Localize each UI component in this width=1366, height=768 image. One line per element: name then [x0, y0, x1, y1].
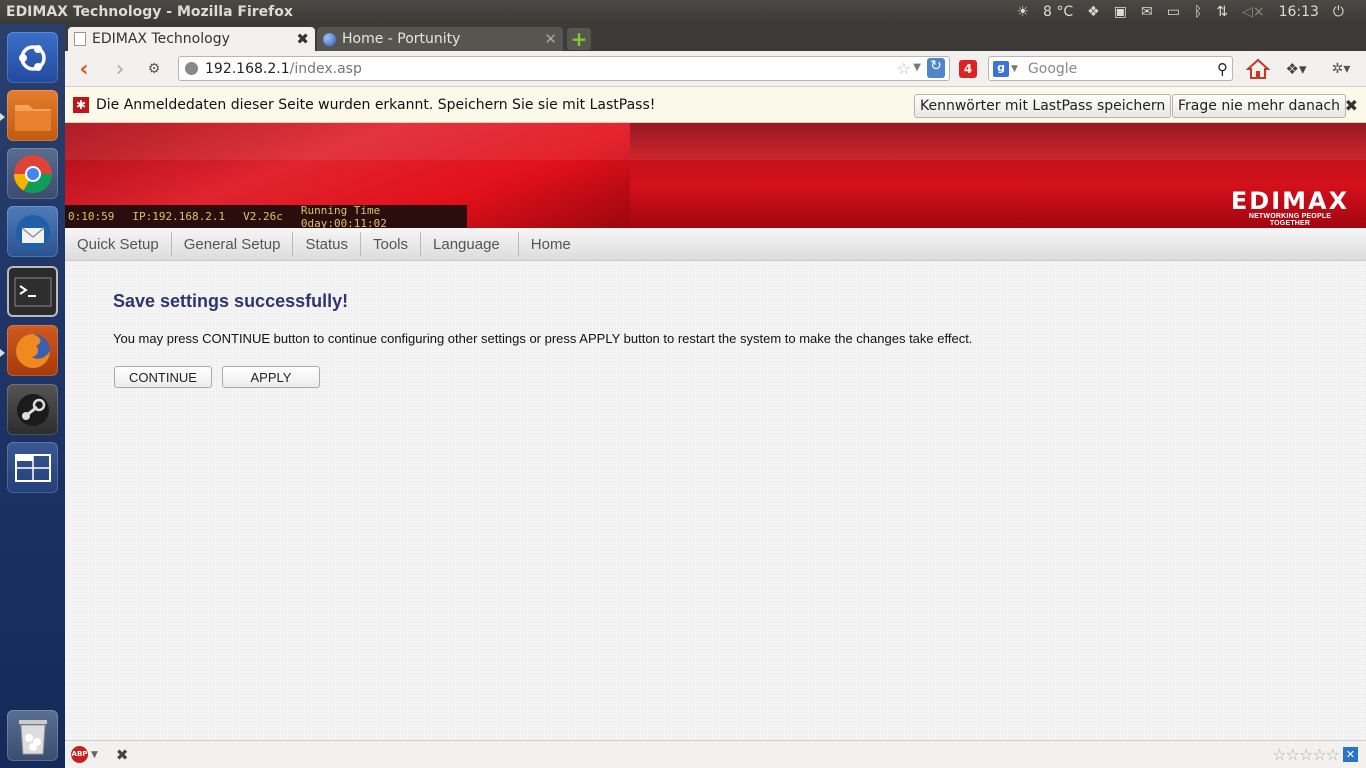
- page-title: Save settings successfully!: [113, 291, 349, 311]
- instruction-text: You may press CONTINUE button to continu…: [113, 331, 973, 346]
- tab-portunity[interactable]: Home - Portunity ✕: [317, 27, 563, 51]
- workspace-switcher-icon[interactable]: [7, 442, 58, 493]
- search-input[interactable]: Google: [1028, 61, 1217, 77]
- tab-edimax[interactable]: EDIMAX Technology ✖: [68, 27, 315, 51]
- firefox-window: EDIMAX Technology ✖ Home - Portunity ✕ +…: [65, 24, 1366, 768]
- extra-tool-icon[interactable]: ✲▾: [1323, 57, 1359, 81]
- globe-icon: [323, 32, 336, 46]
- rating-stars-icon[interactable]: ☆☆☆☆☆: [1272, 745, 1340, 764]
- extension-icon[interactable]: ⚙: [143, 57, 165, 81]
- url-bar[interactable]: 192.168.2.1/index.asp ☆ ▼ ↻: [178, 56, 950, 81]
- files-running-indicator: [0, 113, 5, 121]
- firefox-icon[interactable]: [7, 325, 58, 376]
- xmarks-icon[interactable]: ✕: [1343, 747, 1358, 762]
- google-engine-icon[interactable]: g: [993, 60, 1009, 77]
- menu-status[interactable]: Status: [293, 232, 361, 256]
- router-menu: Quick Setup General Setup Status Tools L…: [65, 228, 1366, 261]
- tab-label: EDIMAX Technology: [92, 31, 230, 47]
- page-icon: [74, 32, 86, 46]
- logo-text: EDIMAX: [1230, 187, 1350, 215]
- mail-icon[interactable]: ✉: [1141, 4, 1153, 20]
- search-bar[interactable]: g ▼ Google ⚲: [988, 56, 1233, 81]
- router-ip: IP:192.168.2.1: [132, 210, 226, 223]
- network-icon[interactable]: ▣: [1114, 4, 1127, 20]
- url-dropdown-icon[interactable]: ▼: [913, 62, 921, 73]
- tab-close-icon[interactable]: ✖: [296, 30, 309, 48]
- reload-icon[interactable]: ↻: [927, 58, 945, 78]
- volume-muted-icon[interactable]: ◁×: [1242, 4, 1265, 20]
- tab-close-icon[interactable]: ✕: [544, 30, 557, 48]
- navigation-toolbar: ‹ › ⚙ 192.168.2.1/index.asp ☆ ▼ ↻ 4 g ▼ …: [65, 51, 1366, 87]
- trash-icon[interactable]: [7, 710, 58, 761]
- keyboard-transfer-icon[interactable]: ⇅: [1216, 4, 1228, 20]
- router-running-time: Running Time 0day:00:11:02: [300, 203, 387, 230]
- menu-language[interactable]: Language: [421, 232, 519, 256]
- close-addon-bar-icon[interactable]: ✖: [116, 746, 129, 764]
- site-identity-icon[interactable]: [185, 62, 198, 75]
- close-icon[interactable]: ✖: [1345, 96, 1358, 115]
- forward-button[interactable]: ›: [109, 57, 131, 82]
- menu-quick-setup[interactable]: Quick Setup: [65, 232, 172, 256]
- battery-icon[interactable]: ▭: [1167, 4, 1180, 20]
- home-icon[interactable]: [1245, 57, 1271, 81]
- banner-shine: [65, 123, 1366, 160]
- indicator-area: ☀ 8 °C ❖ ▣ ✉ ▭ ᛒ ⇅ ◁× 16:13 ⏻: [1016, 4, 1366, 20]
- steam-icon[interactable]: [7, 384, 58, 435]
- files-icon[interactable]: [7, 90, 58, 141]
- router-status-strip: 0:10:59 IP:192.168.2.1 V2.26c Running Ti…: [65, 203, 467, 230]
- adblock-icon[interactable]: ABP: [71, 746, 88, 763]
- window-title: EDIMAX Technology - Mozilla Firefox: [6, 4, 293, 20]
- clock[interactable]: 16:13: [1279, 4, 1319, 20]
- tab-label: Home - Portunity: [342, 31, 461, 47]
- ubuntu-dash-icon[interactable]: [7, 32, 58, 83]
- terminal-icon[interactable]: [7, 266, 58, 317]
- lastpass-message: Die Anmeldedaten dieser Seite wurden erk…: [96, 96, 656, 113]
- addon-bar: ABP ▼ ✖ ☆☆☆☆☆ ✕: [65, 740, 1366, 768]
- firefox-running-indicator: [0, 349, 5, 357]
- dropbox-icon[interactable]: ❖: [1087, 4, 1100, 20]
- adblock-dropdown-icon[interactable]: ▼: [91, 750, 98, 760]
- search-icon[interactable]: ⚲: [1217, 60, 1228, 78]
- thunderbird-icon[interactable]: [7, 206, 58, 257]
- url-host: 192.168.2.1: [205, 60, 290, 77]
- page-content: 0:10:59 IP:192.168.2.1 V2.26c Running Ti…: [65, 123, 1366, 740]
- continue-button[interactable]: CONTINUE: [114, 366, 212, 388]
- top-panel: EDIMAX Technology - Mozilla Firefox ☀ 8 …: [0, 0, 1366, 24]
- lastpass-save-button[interactable]: Kennwörter mit LastPass speichern: [914, 94, 1172, 118]
- router-time: 0:10:59: [68, 210, 115, 223]
- notification-badge[interactable]: 4: [959, 60, 977, 78]
- back-button[interactable]: ‹: [73, 57, 95, 82]
- lastpass-icon: ✱: [73, 96, 89, 113]
- bluetooth-icon[interactable]: ᛒ: [1194, 4, 1202, 20]
- power-icon[interactable]: ⏻: [1333, 4, 1344, 20]
- router-banner: 0:10:59 IP:192.168.2.1 V2.26c Running Ti…: [65, 123, 1366, 230]
- menu-general-setup[interactable]: General Setup: [172, 232, 294, 256]
- apply-button[interactable]: APPLY: [222, 366, 320, 388]
- tab-strip: EDIMAX Technology ✖ Home - Portunity ✕ +: [65, 24, 1366, 51]
- bookmark-star-icon[interactable]: ☆: [897, 59, 911, 78]
- weather-temp[interactable]: 8 °C: [1043, 4, 1073, 20]
- launcher: [0, 24, 65, 768]
- menu-home[interactable]: Home: [519, 232, 583, 256]
- addons-menu-icon[interactable]: ❖▾: [1281, 57, 1311, 81]
- lastpass-never-button[interactable]: Frage nie mehr danach: [1172, 94, 1346, 118]
- chrome-icon[interactable]: [7, 148, 58, 199]
- lastpass-notification-bar: ✱ Die Anmeldedaten dieser Seite wurden e…: [65, 87, 1366, 123]
- engine-dropdown-icon[interactable]: ▼: [1011, 64, 1018, 74]
- edimax-logo: EDIMAX NETWORKING PEOPLE TOGETHER: [1228, 189, 1352, 227]
- logo-tagline: NETWORKING PEOPLE TOGETHER: [1248, 213, 1332, 227]
- new-tab-button[interactable]: +: [567, 27, 591, 51]
- router-version: V2.26c: [243, 210, 283, 223]
- weather-icon[interactable]: ☀: [1016, 4, 1029, 20]
- url-path: /index.asp: [289, 60, 362, 77]
- menu-tools[interactable]: Tools: [361, 232, 422, 256]
- plus-icon: +: [570, 27, 588, 51]
